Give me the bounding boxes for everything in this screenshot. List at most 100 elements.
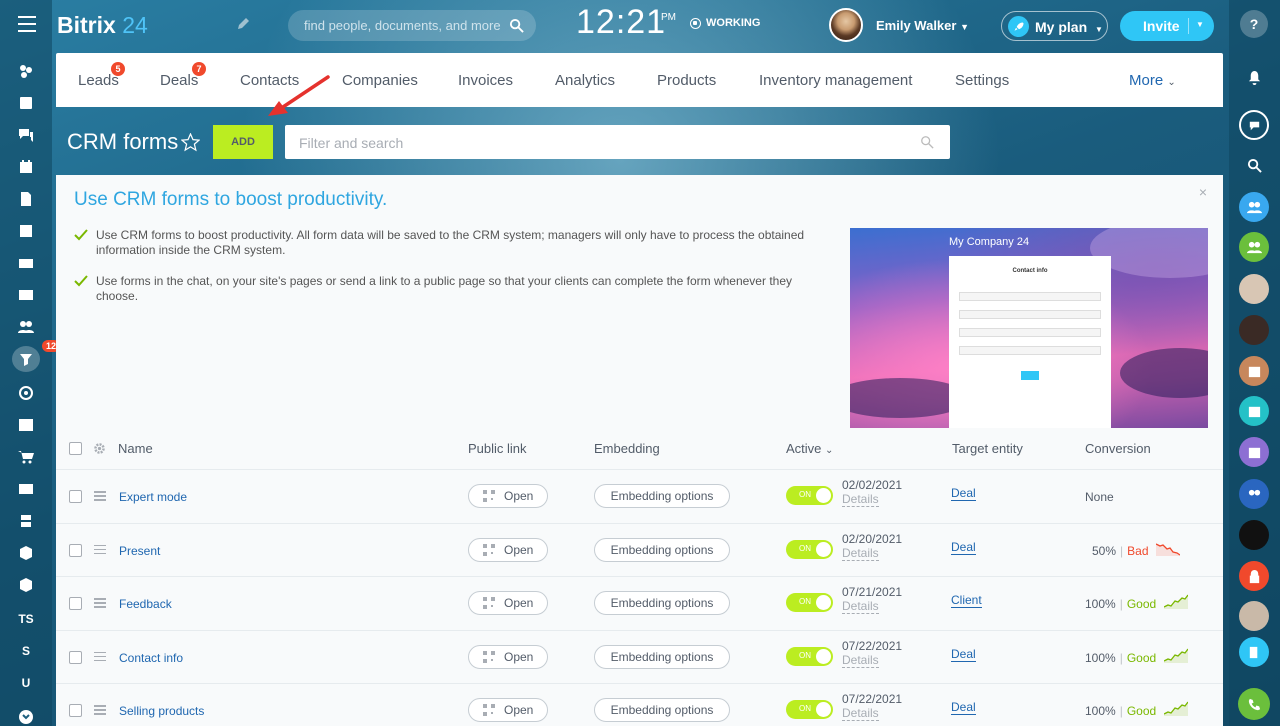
drag-handle-icon[interactable] <box>94 544 106 555</box>
form-name-link[interactable]: Selling products <box>119 704 204 718</box>
sidebar-mail-icon[interactable] <box>12 282 40 308</box>
calendar-chat3-icon[interactable] <box>1239 437 1269 467</box>
sidebar-box-icon[interactable] <box>12 540 40 566</box>
clock[interactable]: 12:21 <box>576 3 666 42</box>
close-icon[interactable]: × <box>1199 184 1207 200</box>
embedding-options-button[interactable]: Embedding options <box>594 591 730 615</box>
tab-leads[interactable]: Leads 5 <box>78 62 125 89</box>
phone-icon[interactable] <box>1238 688 1270 720</box>
active-toggle[interactable]: ON <box>786 593 833 612</box>
edit-pencil-icon[interactable] <box>236 17 250 31</box>
exit-icon[interactable] <box>1239 637 1269 667</box>
drag-handle-icon[interactable] <box>94 651 106 662</box>
row-checkbox[interactable] <box>69 543 82 557</box>
user-avatar2-icon[interactable] <box>1239 315 1269 345</box>
user-avatar-icon[interactable] <box>1239 274 1269 304</box>
sidebar-checklist-icon[interactable] <box>12 218 40 244</box>
drag-handle-icon[interactable] <box>94 705 106 715</box>
row-checkbox[interactable] <box>69 490 82 503</box>
embedding-options-button[interactable]: Embedding options <box>594 484 730 508</box>
help-icon[interactable]: ? <box>1240 10 1268 38</box>
table-row[interactable]: Expert mode Open Embedding options ON 02/02/… <box>56 469 1223 522</box>
form-name-link[interactable]: Feedback <box>119 597 172 611</box>
sidebar-documents-icon[interactable] <box>12 186 40 212</box>
sidebar-target-icon[interactable] <box>12 380 40 406</box>
messenger-icon[interactable] <box>1239 110 1269 140</box>
sidebar-expand-icon[interactable] <box>12 704 40 726</box>
tab-settings[interactable]: Settings <box>955 72 1009 89</box>
sidebar-item-s[interactable]: S <box>12 638 40 664</box>
tab-companies[interactable]: Companies <box>342 72 418 89</box>
target-entity-link[interactable]: Deal <box>951 487 976 501</box>
menu-icon[interactable] <box>18 16 36 32</box>
sidebar-item-ts[interactable]: TS <box>12 606 40 632</box>
active-toggle[interactable]: ON <box>786 486 833 505</box>
column-target-entity[interactable]: Target entity <box>952 441 1023 456</box>
sidebar-cart-icon[interactable] <box>12 444 40 470</box>
details-link[interactable]: Details <box>842 707 879 721</box>
form-name-link[interactable]: Expert mode <box>119 490 187 504</box>
invite-button[interactable]: Invite ▼ <box>1120 11 1214 41</box>
group-chat-icon[interactable] <box>1239 192 1269 222</box>
form-name-link[interactable]: Contact info <box>119 651 183 665</box>
drag-handle-icon[interactable] <box>94 598 106 608</box>
right-search-icon[interactable] <box>1239 150 1269 180</box>
active-toggle[interactable]: ON <box>786 539 833 559</box>
active-toggle[interactable]: ON <box>786 646 833 666</box>
notifications-icon[interactable] <box>1239 62 1269 92</box>
details-link[interactable]: Details <box>842 493 879 507</box>
sidebar-contacts-icon[interactable] <box>12 314 40 340</box>
details-link[interactable]: Details <box>842 546 879 561</box>
sidebar-drive-icon[interactable] <box>12 250 40 276</box>
global-search-input[interactable]: find people, documents, and more <box>288 10 536 41</box>
sidebar-window-icon[interactable] <box>12 412 40 438</box>
star-icon[interactable] <box>181 133 200 152</box>
user-menu[interactable]: Emily Walker ▼ <box>876 18 969 33</box>
target-entity-link[interactable]: Deal <box>951 540 976 555</box>
details-link[interactable]: Details <box>842 600 879 614</box>
open-public-link-button[interactable]: Open <box>468 698 548 722</box>
column-public-link[interactable]: Public link <box>468 441 527 456</box>
row-checkbox[interactable] <box>69 650 82 664</box>
column-active[interactable]: Active ⌄ <box>786 441 833 456</box>
sidebar-calendar-icon[interactable] <box>12 154 40 180</box>
table-row[interactable]: Present Open Embedding options ON 02/20/2021… <box>56 522 1223 576</box>
details-link[interactable]: Details <box>842 653 879 668</box>
filter-search-input[interactable]: Filter and search <box>285 125 950 159</box>
open-public-link-button[interactable]: Open <box>468 644 548 669</box>
drag-handle-icon[interactable] <box>94 491 106 501</box>
sidebar-crm-filter-icon[interactable]: 12 <box>12 340 61 372</box>
target-entity-link[interactable]: Deal <box>951 647 976 662</box>
sidebar-box2-icon[interactable] <box>12 572 40 598</box>
sidebar-chat-icon[interactable] <box>12 122 40 148</box>
calendar-chat-icon[interactable] <box>1239 356 1269 386</box>
embedding-options-button[interactable]: Embedding options <box>594 644 730 669</box>
column-conversion[interactable]: Conversion <box>1085 441 1151 456</box>
add-form-button[interactable]: ADD <box>213 125 273 159</box>
gear-icon[interactable] <box>93 442 106 455</box>
group-chat3-icon[interactable] <box>1239 479 1269 509</box>
form-name-link[interactable]: Present <box>119 544 160 558</box>
select-all-checkbox[interactable] <box>69 442 82 455</box>
table-row[interactable]: Contact info Open Embedding options ON 07/22… <box>56 629 1223 683</box>
tab-invoices[interactable]: Invoices <box>458 72 513 89</box>
tab-inventory-management[interactable]: Inventory management <box>759 72 912 89</box>
user-avatar3-icon[interactable] <box>1239 601 1269 631</box>
lock-chat-icon[interactable] <box>1239 561 1269 591</box>
open-public-link-button[interactable]: Open <box>468 537 548 562</box>
sidebar-id-card-icon[interactable] <box>12 476 40 502</box>
table-row[interactable]: Feedback Open Embedding options ON 07/21/202… <box>56 576 1223 629</box>
user-avatar[interactable] <box>829 8 863 42</box>
sidebar-item-u[interactable]: U <box>12 670 40 696</box>
tab-more[interactable]: More ⌄ <box>1129 72 1176 89</box>
open-public-link-button[interactable]: Open <box>468 484 548 508</box>
embedding-options-button[interactable]: Embedding options <box>594 698 730 722</box>
tab-products[interactable]: Products <box>657 72 716 89</box>
column-embedding[interactable]: Embedding <box>594 441 660 456</box>
target-entity-link[interactable]: Client <box>951 594 982 608</box>
channel-avatar-icon[interactable] <box>1239 520 1269 550</box>
tab-deals[interactable]: Deals 7 <box>160 62 206 89</box>
row-checkbox[interactable] <box>69 704 82 717</box>
open-public-link-button[interactable]: Open <box>468 591 548 615</box>
sidebar-stream-icon[interactable] <box>12 58 40 84</box>
